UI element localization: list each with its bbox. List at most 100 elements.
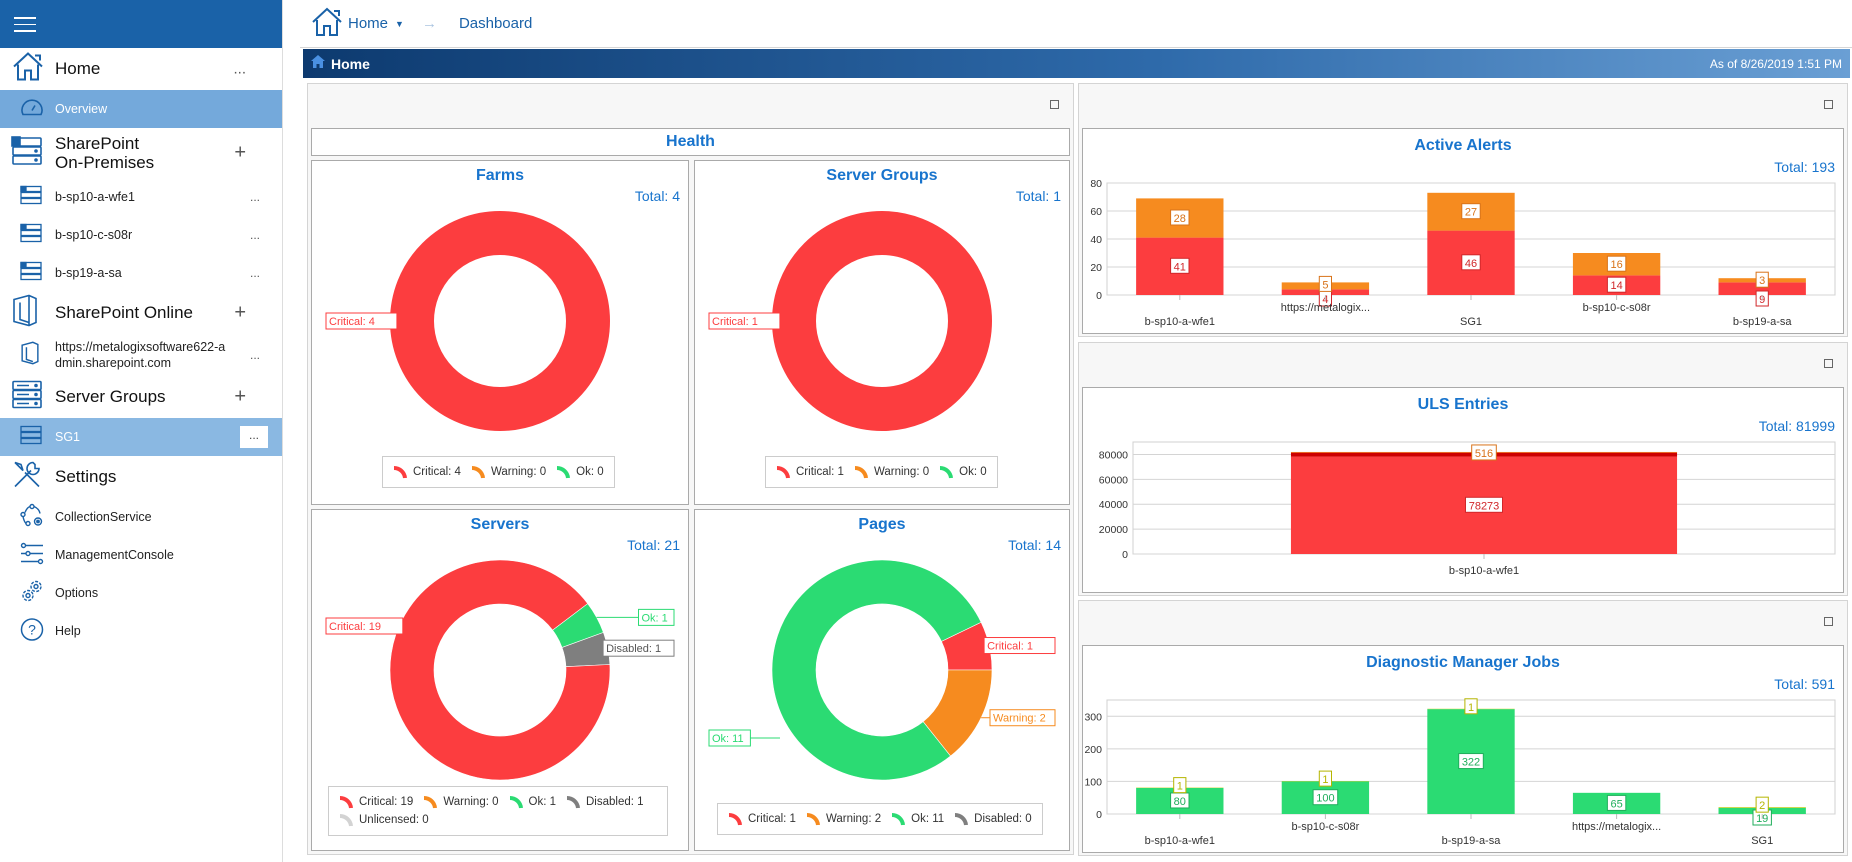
data-label: 41 xyxy=(1170,257,1190,274)
add-button[interactable]: + xyxy=(234,143,246,163)
sidebar-item-site[interactable]: https://metalogixsoftware622-a dmin.share… xyxy=(0,334,282,376)
chevron-down-icon[interactable]: ▼ xyxy=(395,19,404,29)
data-label: 100 xyxy=(1312,789,1339,806)
more-options-button[interactable]: ... xyxy=(233,61,246,78)
legend-item-disabled[interactable]: Disabled: 0 xyxy=(954,812,1032,826)
legend-item-critical[interactable]: Critical: 1 xyxy=(776,465,844,479)
sidebar-section-server-groups[interactable]: Server Groups + xyxy=(0,376,282,418)
sidebar-item-help[interactable]: ? Help xyxy=(0,612,282,650)
data-label: 78273 xyxy=(1465,496,1503,513)
breadcrumb-current[interactable]: Dashboard xyxy=(459,15,532,32)
legend-item-disabled[interactable]: Disabled: 1 xyxy=(566,795,644,809)
add-button[interactable]: + xyxy=(234,302,246,325)
y-tick-label: 20000 xyxy=(1099,524,1128,536)
sidebar-section-sharepoint-online[interactable]: SharePoint Online + xyxy=(0,292,282,334)
sidebar-item-sg1[interactable]: SG1 ... xyxy=(0,418,282,456)
legend-item-warning[interactable]: Warning: 2 xyxy=(806,812,881,826)
svg-text:14: 14 xyxy=(1610,280,1622,292)
sidebar-section-home[interactable]: Home ... xyxy=(0,48,282,90)
svg-text:Ok: 1: Ok: 1 xyxy=(642,612,668,624)
chart-legend: Critical: 4 Warning: 0 Ok: 0 xyxy=(382,456,615,488)
sidebar-item-collectionservice[interactable]: CollectionService xyxy=(0,498,282,536)
sidebar-item-server[interactable]: b-sp10-a-wfe1 ... xyxy=(0,178,282,216)
legend-item-critical[interactable]: Critical: 4 xyxy=(393,465,461,479)
breadcrumb-home[interactable]: Home xyxy=(348,15,388,32)
legend-swatch xyxy=(509,795,523,809)
more-options-button[interactable]: ... xyxy=(250,190,260,204)
svg-text:Critical: 4: Critical: 4 xyxy=(329,316,375,328)
y-tick-label: 0 xyxy=(1096,809,1102,821)
top-bar: Home ▼ → Dashboard xyxy=(300,0,1852,48)
sidebar-item-label: b-sp10-a-wfe1 xyxy=(55,190,135,204)
legend-item-warning[interactable]: Warning: 0 xyxy=(854,465,929,479)
sharepoint-server-icon xyxy=(20,261,42,285)
hamburger-menu-icon[interactable] xyxy=(14,17,36,32)
svg-text:41: 41 xyxy=(1174,261,1186,273)
y-tick-label: 0 xyxy=(1096,290,1102,302)
donut-slice-critical[interactable] xyxy=(772,211,992,431)
legend-item-unlicensed[interactable]: Unlicensed: 0 xyxy=(339,813,429,827)
x-tick-label: b-sp10-c-s08r xyxy=(1291,821,1359,833)
chart-title: ULS Entries xyxy=(1417,396,1509,413)
chart-total: Total: 1 xyxy=(1015,188,1061,204)
health-title: Health xyxy=(666,133,715,150)
arrow-right-icon: → xyxy=(421,15,437,32)
data-label: 322 xyxy=(1458,753,1484,770)
svg-text:Critical: 1: Critical: 1 xyxy=(712,316,758,328)
sharepoint-server-icon xyxy=(20,223,42,247)
svg-text:Disabled: 1: Disabled: 1 xyxy=(606,643,661,655)
legend-item-critical[interactable]: Critical: 19 xyxy=(339,795,413,809)
legend-item-critical[interactable]: Critical: 1 xyxy=(728,812,796,826)
legend-label: Unlicensed: 0 xyxy=(359,814,429,826)
sidebar-item-server[interactable]: b-sp19-a-sa ... xyxy=(0,254,282,292)
maximize-icon[interactable] xyxy=(1824,359,1833,368)
legend-label: Warning: 0 xyxy=(443,796,499,808)
x-tick-label: b-sp10-a-wfe1 xyxy=(1145,835,1215,847)
svg-text:1: 1 xyxy=(1322,774,1328,786)
legend-item-ok[interactable]: Ok: 0 xyxy=(939,465,987,479)
sidebar-section-sharepoint-on-premises[interactable]: SharePoint On-Premises + xyxy=(0,128,282,178)
more-options-button[interactable]: ... xyxy=(250,347,260,363)
sidebar-item-server[interactable]: b-sp10-c-s08r ... xyxy=(0,216,282,254)
x-tick-label: b-sp19-a-sa xyxy=(1442,835,1502,847)
svg-text:2: 2 xyxy=(1759,800,1765,812)
sidebar-item-overview[interactable]: Overview xyxy=(0,90,282,128)
sidebar-item-options[interactable]: Options xyxy=(0,574,282,612)
svg-text:?: ? xyxy=(28,622,36,638)
x-tick-label: b-sp10-a-wfe1 xyxy=(1145,316,1215,328)
legend-item-warning[interactable]: Warning: 0 xyxy=(423,795,499,809)
sidebar-item-managementconsole[interactable]: ManagementConsole xyxy=(0,536,282,574)
more-options-button[interactable]: ... xyxy=(240,426,268,448)
breadcrumb: Home ▼ → Dashboard xyxy=(300,6,532,42)
maximize-icon[interactable] xyxy=(1824,100,1833,109)
legend-item-ok[interactable]: Ok: 0 xyxy=(556,465,604,479)
data-label: 1 xyxy=(1318,770,1333,787)
legend-item-ok[interactable]: Ok: 11 xyxy=(891,812,944,826)
x-tick-label: SG1 xyxy=(1460,316,1482,328)
legend-label: Disabled: 1 xyxy=(586,796,644,808)
legend-item-warning[interactable]: Warning: 0 xyxy=(471,465,546,479)
maximize-icon[interactable] xyxy=(1050,100,1059,109)
chart-title: Pages xyxy=(858,516,906,533)
maximize-icon[interactable] xyxy=(1824,617,1833,626)
chart-total: Total: 4 xyxy=(634,188,680,204)
page-title: Home xyxy=(331,55,370,72)
more-options-button[interactable]: ... xyxy=(250,228,260,242)
add-button[interactable]: + xyxy=(234,386,246,409)
donut-slice-critical[interactable] xyxy=(389,559,611,781)
sidebar-item-label: CollectionService xyxy=(55,510,152,524)
legend-item-ok[interactable]: Ok: 1 xyxy=(509,795,556,809)
server-groups-chart: Server Groups Total: 1 Critical: 1 Criti… xyxy=(694,160,1070,505)
chart-legend: Critical: 1 Warning: 2 Ok: 11 Disabled: 0 xyxy=(717,803,1043,835)
sidebar-section-settings[interactable]: Settings xyxy=(0,456,282,498)
more-options-button[interactable]: ... xyxy=(250,266,260,280)
home-icon[interactable] xyxy=(310,6,344,42)
data-label: 5 xyxy=(1318,275,1333,292)
svg-text:Ok: 11: Ok: 11 xyxy=(712,733,744,745)
legend-label: Warning: 2 xyxy=(825,813,882,825)
chart-total: Total: 14 xyxy=(1008,537,1061,553)
chart-title: Servers xyxy=(470,516,530,533)
donut-slice-critical[interactable] xyxy=(390,211,610,431)
chart-title: Server Groups xyxy=(826,167,938,184)
speedometer-icon xyxy=(20,98,44,121)
